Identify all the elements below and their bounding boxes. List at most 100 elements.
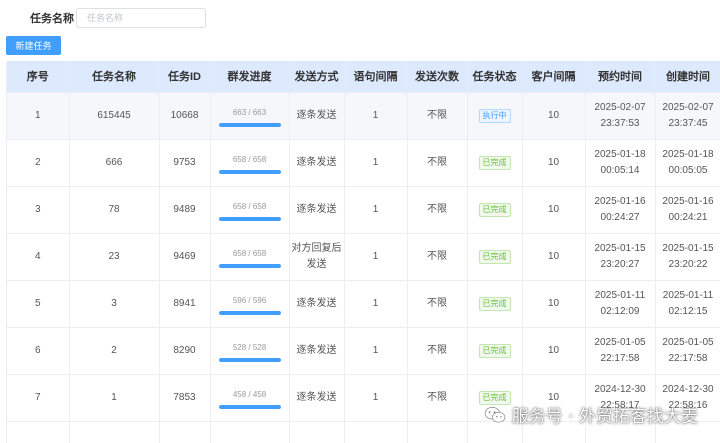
task-table: 序号 任务名称 任务ID 群发进度 发送方式 语句间隔 发送次数 任务状态 客户… <box>6 61 720 443</box>
watermark: 服务号 · 外贸拓客找大麦 <box>484 402 698 427</box>
created-date: 2025-01-11 <box>662 289 714 301</box>
created-clock: 00:24:21 <box>668 211 708 223</box>
cell-schedule-time: 2025-02-07 23:37:53 <box>585 92 656 140</box>
table-row[interactable]: 6 2 8290 528 / 528 逐条发送 1 不限 已完成 10 2025-01-05 22:… <box>7 327 720 375</box>
progress-fill <box>218 169 281 174</box>
col-header-schedule-time: 预约时间 <box>585 61 656 93</box>
cell-task-status: 已完成 <box>467 327 523 375</box>
created-clock: 23:37:45 <box>668 117 708 129</box>
status-badge: 已完成 <box>478 249 511 264</box>
cell-sentence-interval: 1 <box>344 233 408 281</box>
col-header-task-status: 任务状态 <box>467 61 523 93</box>
status-badge: 执行中 <box>478 108 511 123</box>
cell-task-name: 23 <box>69 233 160 281</box>
cell-send-times: 不限 <box>407 139 468 187</box>
progress-fill <box>218 263 281 268</box>
search-bar: 任务名称 <box>30 8 206 28</box>
cell-task-id: 8941 <box>159 280 211 328</box>
schedule-clock: 00:24:27 <box>600 211 640 223</box>
cell-created-time: 2025-01-16 00:24:21 <box>655 186 720 234</box>
created-date: 2025-01-05 <box>662 336 714 348</box>
cell-progress: 658 / 658 <box>210 186 290 234</box>
cell-schedule-time: 2025-01-05 22:17:58 <box>585 327 656 375</box>
status-badge: 已完成 <box>478 343 511 358</box>
progress-bar <box>218 357 281 362</box>
cell-client-interval: 10 <box>522 139 586 187</box>
cell-task-status: 执行中 <box>467 92 523 140</box>
cell-client-interval: 10 <box>522 92 586 140</box>
progress-bar <box>218 122 281 127</box>
col-header-sentence-interval: 语句间隔 <box>344 61 408 93</box>
cell-task-name: 1 <box>69 374 160 422</box>
status-badge: 已完成 <box>478 155 511 170</box>
cell-task-status: 已完成 <box>467 233 523 281</box>
schedule-date: 2025-01-11 <box>594 289 646 301</box>
created-clock: 22:17:58 <box>668 352 708 364</box>
progress-fill <box>218 310 281 315</box>
cell-task-id: 9489 <box>159 186 211 234</box>
cell-task-name: 3 <box>69 280 160 328</box>
created-date: 2025-01-18 <box>662 148 714 160</box>
schedule-clock: 23:20:27 <box>600 258 640 270</box>
cell-schedule-time: 2025-01-15 23:20:27 <box>585 233 656 281</box>
cell-task-name: 615445 <box>69 92 160 140</box>
col-header-created-time: 创建时间 <box>655 61 720 93</box>
cell-task-status: 已完成 <box>467 280 523 328</box>
cell-progress: 663 / 663 <box>210 92 290 140</box>
cell-send-times: 不限 <box>407 92 468 140</box>
cell-progress: 528 / 528 <box>210 327 290 375</box>
cell-sentence-interval: 1 <box>344 92 408 140</box>
progress-bar <box>218 310 281 315</box>
wechat-icon <box>484 406 506 423</box>
progress-fill <box>218 122 281 127</box>
task-name-search-input[interactable] <box>76 8 206 28</box>
schedule-date: 2025-01-15 <box>594 242 646 254</box>
cell-index: 1 <box>7 92 70 140</box>
cell-progress: 658 / 658 <box>210 139 290 187</box>
cell-task-status: 已完成 <box>467 186 523 234</box>
created-date: 2025-01-16 <box>662 195 714 207</box>
cell-client-interval: 10 <box>522 233 586 281</box>
table-row[interactable]: 4 23 9469 658 / 658 对方回复后发送 1 不限 已完成 10 2025-01-1… <box>7 233 720 281</box>
progress-bar <box>218 216 281 221</box>
cell-send-method: 逐条发送 <box>289 327 345 375</box>
cell-task-name: 2 <box>69 327 160 375</box>
cell-progress: 596 / 596 <box>210 280 290 328</box>
cell-created-time: 2025-01-11 02:12:15 <box>655 280 720 328</box>
cell-task-name: 666 <box>69 139 160 187</box>
new-task-button[interactable]: 新建任务 <box>6 36 61 55</box>
cell-send-method: 逐条发送 <box>289 139 345 187</box>
created-clock: 23:20:22 <box>668 258 708 270</box>
cell-index: 4 <box>7 233 70 281</box>
col-header-send-method: 发送方式 <box>289 61 345 93</box>
cell-index: 2 <box>7 139 70 187</box>
table-row[interactable]: 2 666 9753 658 / 658 逐条发送 1 不限 已完成 10 2025-01-18 0… <box>7 139 720 187</box>
schedule-date: 2025-02-07 <box>594 101 646 113</box>
table-row[interactable]: 1 615445 10668 663 / 663 逐条发送 1 不限 执行中 10 2025-02… <box>7 92 720 140</box>
cell-task-id: 9469 <box>159 233 211 281</box>
progress-fill <box>218 404 281 409</box>
watermark-text: 服务号 · 外贸拓客找大麦 <box>511 407 698 427</box>
col-header-send-times: 发送次数 <box>407 61 468 93</box>
progress-fill <box>218 357 281 362</box>
created-clock: 02:12:15 <box>668 305 708 317</box>
cell-send-times: 不限 <box>407 327 468 375</box>
table-row[interactable]: 3 78 9489 658 / 658 逐条发送 1 不限 已完成 10 2025-01-16 00… <box>7 186 720 234</box>
cell-created-time: 2025-02-07 23:37:45 <box>655 92 720 140</box>
created-date: 2024-12-30 <box>662 383 714 395</box>
progress-text: 596 / 596 <box>232 295 267 305</box>
progress-text: 658 / 658 <box>232 201 267 211</box>
cell-schedule-time: 2025-01-18 00:05:14 <box>585 139 656 187</box>
cell-sentence-interval: 1 <box>344 139 408 187</box>
cell-task-id: 7853 <box>159 374 211 422</box>
cell-schedule-time: 2025-01-16 00:24:27 <box>585 186 656 234</box>
cell-sentence-interval: 1 <box>344 327 408 375</box>
table-row[interactable]: 5 3 8941 596 / 596 逐条发送 1 不限 已完成 10 2025-01-11 02:… <box>7 280 720 328</box>
schedule-date: 2025-01-18 <box>594 148 646 160</box>
col-header-client-interval: 客户间隔 <box>522 61 586 93</box>
schedule-clock: 00:05:14 <box>600 164 640 176</box>
cell-client-interval: 10 <box>522 327 586 375</box>
cell-schedule-time: 2025-01-11 02:12:09 <box>585 280 656 328</box>
cell-task-id: 8290 <box>159 327 211 375</box>
cell-task-status: 已完成 <box>467 139 523 187</box>
